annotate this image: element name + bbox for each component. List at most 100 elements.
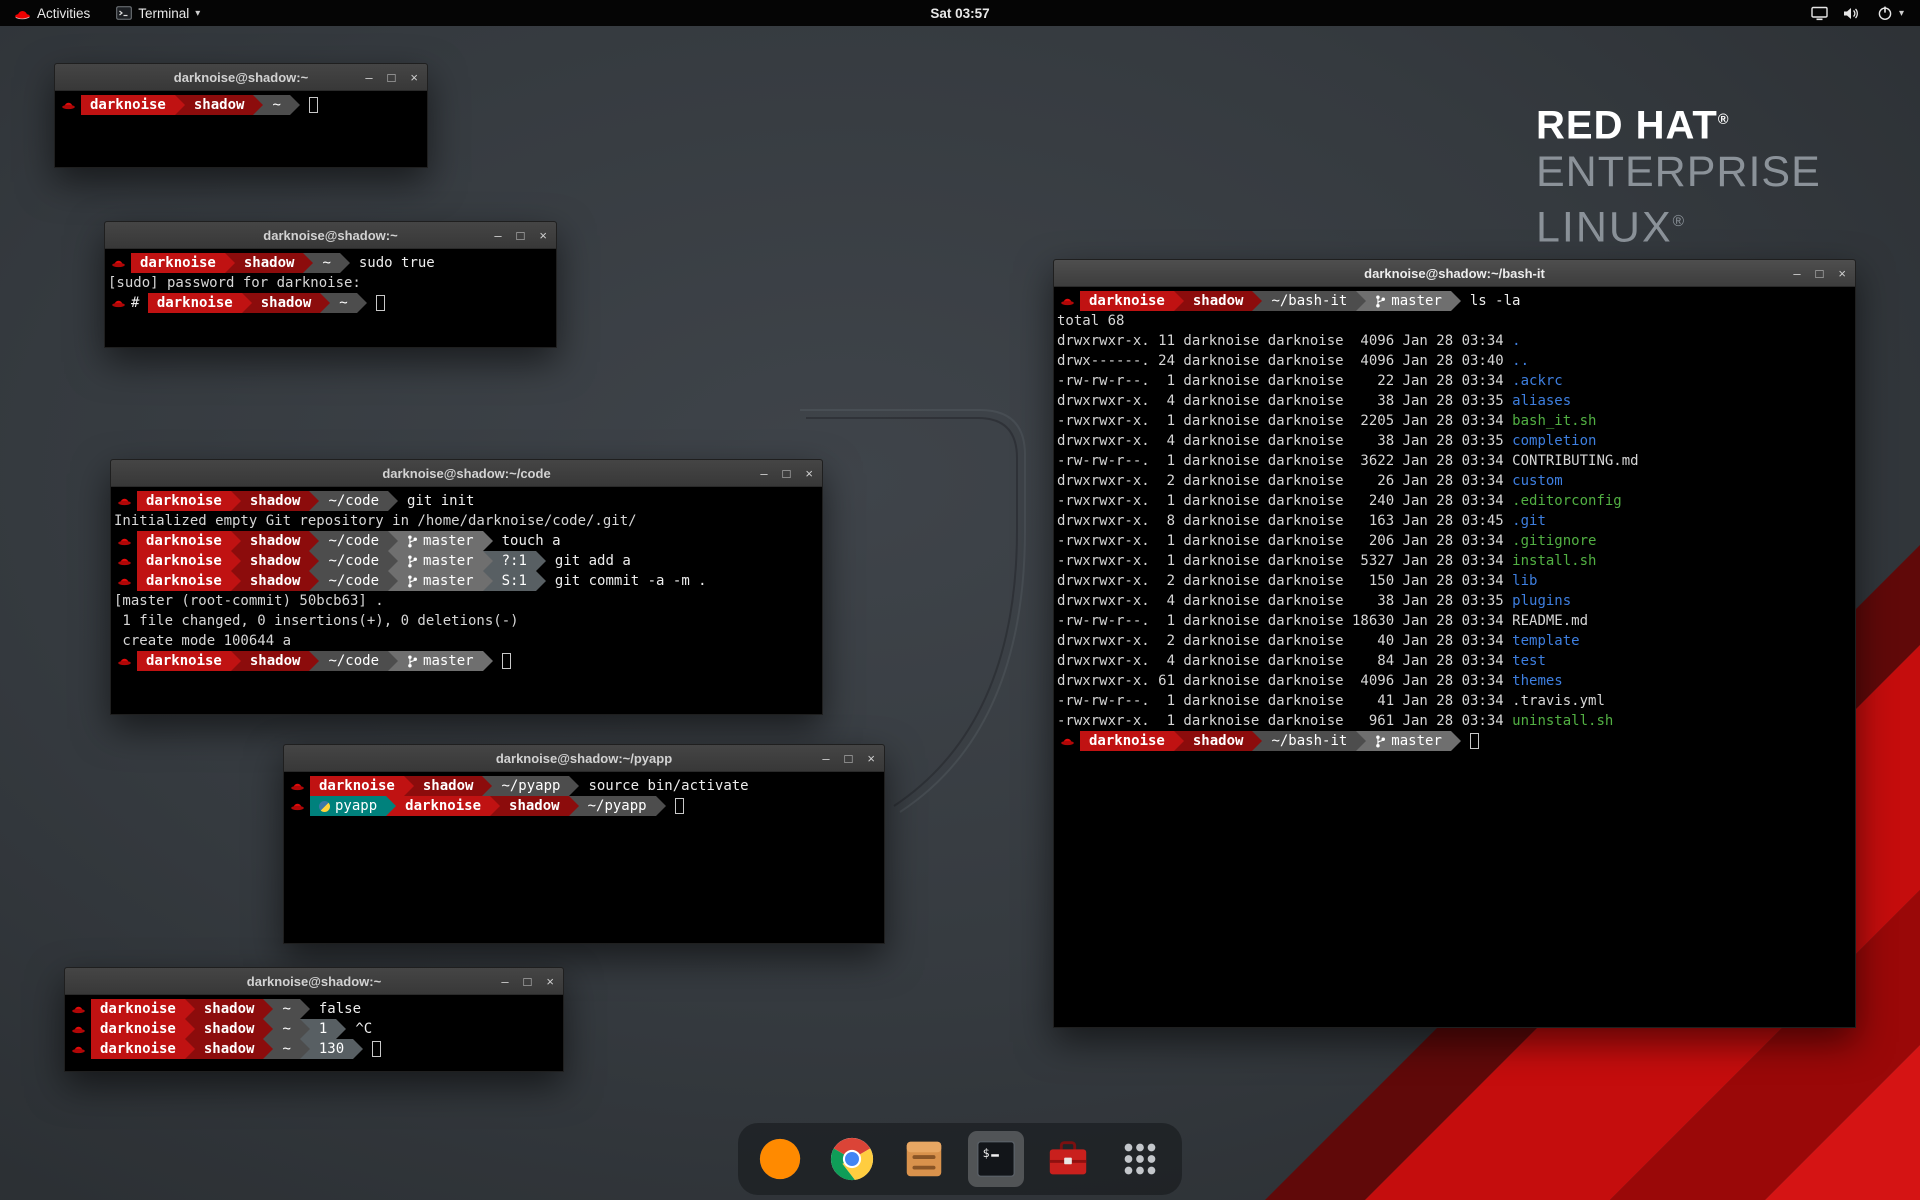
terminal-text: . — [1512, 331, 1520, 351]
terminal-cursor — [675, 798, 684, 814]
window-titlebar[interactable]: darknoise@shadow:~–□× — [65, 968, 563, 995]
maximize-button[interactable]: □ — [1816, 267, 1824, 280]
terminal-cursor — [1470, 733, 1479, 749]
prompt-segment-user: darknoise — [137, 651, 231, 671]
close-button[interactable]: × — [539, 229, 547, 242]
powerline-separator — [1356, 291, 1366, 311]
prompt-segment-path: ~ — [273, 1039, 299, 1059]
terminal-line: drwxrwxr-x. 4 darknoise darknoise 38 Jan… — [1057, 591, 1852, 611]
prompt-segment-user: darknoise — [396, 796, 490, 816]
prompt-segment-venv: pyapp — [310, 796, 386, 816]
powerline-separator — [388, 551, 398, 571]
redhat-prompt-icon — [1060, 734, 1075, 748]
close-button[interactable]: × — [805, 467, 813, 480]
dock-item-firefox[interactable] — [752, 1131, 808, 1187]
powerline-separator — [231, 491, 241, 511]
prompt-segment-host: shadow — [500, 796, 569, 816]
minimize-button[interactable]: – — [494, 229, 501, 242]
terminal-line: pyappdarknoiseshadow~/pyapp — [287, 796, 881, 816]
terminal-text: .. — [1512, 351, 1529, 371]
redhat-prompt-icon — [290, 779, 305, 793]
maximize-button[interactable]: □ — [524, 975, 532, 988]
terminal-line: darknoiseshadow~130 — [68, 1039, 560, 1059]
terminal-line: drwxrwxr-x. 4 darknoise darknoise 84 Jan… — [1057, 651, 1852, 671]
minimize-button[interactable]: – — [760, 467, 767, 480]
terminal-line: -rwxrwxr-x. 1 darknoise darknoise 961 Ja… — [1057, 711, 1852, 731]
prompt-segment-git: master — [398, 551, 483, 571]
terminal-window[interactable]: darknoise@shadow:~–□×darknoiseshadow~fal… — [64, 967, 564, 1072]
terminal-line: Initialized empty Git repository in /hom… — [114, 511, 819, 531]
terminal-window[interactable]: darknoise@shadow:~ – □ × darknoiseshadow~ — [54, 63, 428, 168]
git-branch-icon — [407, 554, 418, 569]
terminal-text: .travis.yml — [1512, 691, 1605, 711]
terminal-line: -rwxrwxr-x. 1 darknoise darknoise 240 Ja… — [1057, 491, 1852, 511]
powerline-separator — [536, 571, 546, 591]
terminal-content[interactable]: darknoiseshadow~/pyappsource bin/activat… — [284, 772, 884, 820]
terminal-content[interactable]: darknoiseshadow~/bash-itmasterls -latota… — [1054, 287, 1855, 755]
dock-item-files[interactable] — [896, 1131, 952, 1187]
terminal-text: drwxrwxr-x. 2 darknoise darknoise 40 Jan… — [1057, 631, 1512, 651]
terminal-window[interactable]: darknoise@shadow:~/bash-it–□×darknoisesh… — [1053, 259, 1856, 1028]
terminal-content[interactable]: darknoiseshadow~/codegit initInitialized… — [111, 487, 822, 675]
minimize-button[interactable]: – — [365, 71, 372, 84]
maximize-button[interactable]: □ — [517, 229, 525, 242]
volume-icon[interactable] — [1842, 6, 1859, 21]
close-button[interactable]: × — [546, 975, 554, 988]
activities-button[interactable]: Activities — [10, 0, 94, 26]
window-titlebar[interactable]: darknoise@shadow:~/code–□× — [111, 460, 822, 487]
terminal-line: drwxrwxr-x. 2 darknoise darknoise 26 Jan… — [1057, 471, 1852, 491]
terminal-window[interactable]: darknoise@shadow:~/pyapp–□×darknoiseshad… — [283, 744, 885, 944]
git-branch-icon — [407, 534, 418, 549]
terminal-content[interactable]: darknoiseshadow~falsedarknoiseshadow~1^C… — [65, 995, 563, 1063]
app-menu-button[interactable]: Terminal ▾ — [112, 0, 204, 26]
terminal-text: plugins — [1512, 591, 1571, 611]
powerline-separator — [242, 293, 252, 313]
svg-text:$: $ — [983, 1146, 990, 1160]
dock-item-app-grid[interactable] — [1112, 1131, 1168, 1187]
maximize-button[interactable]: □ — [845, 752, 853, 765]
terminal-content[interactable]: darknoiseshadow~ — [55, 91, 427, 119]
app-grid-icon — [1117, 1136, 1163, 1182]
git-branch-icon — [1375, 734, 1386, 749]
terminal-window[interactable]: darknoise@shadow:~/code–□×darknoiseshado… — [110, 459, 823, 715]
dock-item-chrome[interactable] — [824, 1131, 880, 1187]
maximize-button[interactable]: □ — [388, 71, 396, 84]
prompt-segment-git: master — [1366, 291, 1451, 311]
prompt-segment-host: shadow — [235, 253, 304, 273]
prompt-segment-host: shadow — [195, 999, 264, 1019]
system-menu-button[interactable]: ▾ — [1873, 0, 1908, 26]
display-icon[interactable] — [1811, 6, 1828, 21]
prompt-segment-host: shadow — [241, 491, 310, 511]
terminal-line: drwxrwxr-x. 2 darknoise darknoise 150 Ja… — [1057, 571, 1852, 591]
terminal-cursor — [502, 653, 511, 669]
dock-item-toolbox[interactable] — [1040, 1131, 1096, 1187]
terminal-line: darknoiseshadow~/codemastertouch a — [114, 531, 819, 551]
window-titlebar[interactable]: darknoise@shadow:~/bash-it–□× — [1054, 260, 1855, 287]
terminal-text: CONTRIBUTING.md — [1512, 451, 1638, 471]
terminal-text: drwxrwxr-x. 4 darknoise darknoise 84 Jan… — [1057, 651, 1512, 671]
powerline-separator — [300, 1019, 310, 1039]
maximize-button[interactable]: □ — [783, 467, 791, 480]
terminal-text: themes — [1512, 671, 1563, 691]
prompt-segment-path: ~/pyapp — [492, 776, 569, 796]
window-titlebar[interactable]: darknoise@shadow:~–□× — [105, 222, 556, 249]
terminal-line: darknoiseshadow~/bash-itmasterls -la — [1057, 291, 1852, 311]
minimize-button[interactable]: – — [822, 752, 829, 765]
terminal-content[interactable]: darknoiseshadow~sudo true[sudo] password… — [105, 249, 556, 317]
dock-item-terminal[interactable]: $ — [968, 1131, 1024, 1187]
terminal-window[interactable]: darknoise@shadow:~–□×darknoiseshadow~sud… — [104, 221, 557, 348]
powerline-separator — [1174, 731, 1184, 751]
dock: $ — [738, 1123, 1182, 1195]
prompt-segment-user: darknoise — [137, 571, 231, 591]
window-titlebar[interactable]: darknoise@shadow:~/pyapp–□× — [284, 745, 884, 772]
window-title: darknoise@shadow:~ — [174, 70, 308, 85]
terminal-line: darknoiseshadow~1^C — [68, 1019, 560, 1039]
minimize-button[interactable]: – — [501, 975, 508, 988]
close-button[interactable]: × — [1838, 267, 1846, 280]
window-titlebar[interactable]: darknoise@shadow:~ – □ × — [55, 64, 427, 91]
minimize-button[interactable]: – — [1793, 267, 1800, 280]
close-button[interactable]: × — [410, 71, 418, 84]
clock[interactable]: Sat 03:57 — [930, 6, 989, 21]
terminal-line: drwx------. 24 darknoise darknoise 4096 … — [1057, 351, 1852, 371]
close-button[interactable]: × — [867, 752, 875, 765]
